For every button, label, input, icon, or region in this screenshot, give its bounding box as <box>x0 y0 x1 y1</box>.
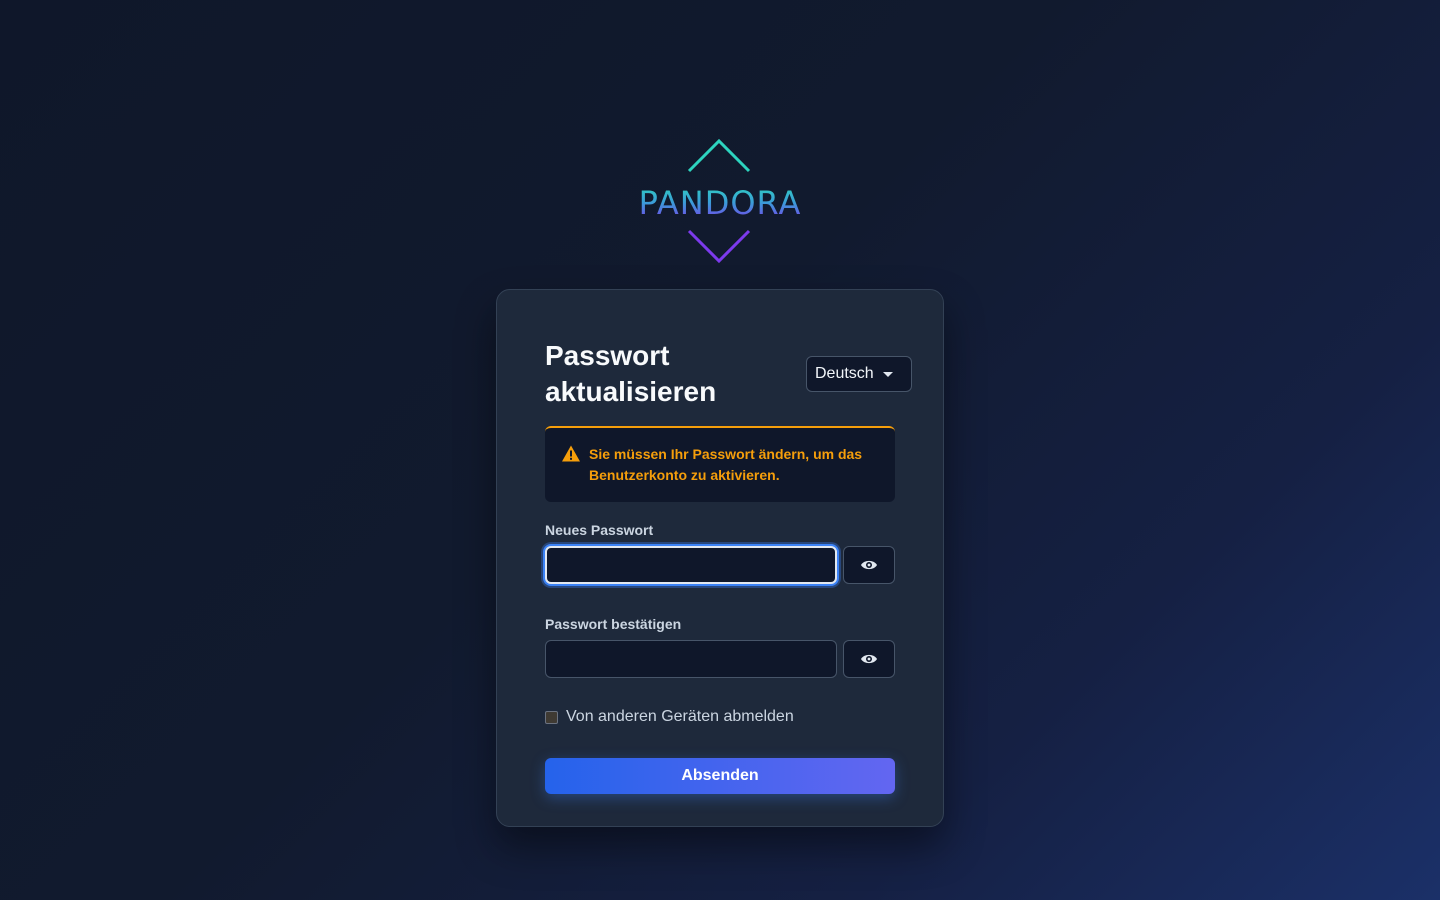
password-update-card: Passwort aktualisieren Deutsch Sie müsse… <box>496 289 944 827</box>
page-title: Passwort aktualisieren <box>545 340 717 407</box>
language-select[interactable]: Deutsch <box>806 356 912 392</box>
eye-icon <box>861 654 877 664</box>
new-password-input[interactable] <box>545 546 837 584</box>
pandora-logo: PANDORA <box>620 134 820 268</box>
confirm-password-label: Passwort bestätigen <box>545 616 682 632</box>
alert-message: Sie müssen Ihr Passwort ändern, um das B… <box>589 446 863 483</box>
caret-down-icon <box>882 371 893 377</box>
toggle-new-password-button[interactable] <box>843 546 895 584</box>
logout-other-devices-checkbox[interactable] <box>545 710 558 724</box>
submit-button[interactable]: Absenden <box>545 758 895 794</box>
new-password-label: Neues Passwort <box>545 522 654 538</box>
warning-alert: Sie müssen Ihr Passwort ändern, um das B… <box>545 426 895 502</box>
pandora-diamond-logo-icon: PANDORA <box>639 138 802 264</box>
logout-other-devices-row: Von anderen Geräten abmelden <box>545 708 794 726</box>
language-select-value: Deutsch <box>815 365 874 382</box>
brand-name: PANDORA <box>639 184 802 222</box>
toggle-confirm-password-button[interactable] <box>843 640 895 678</box>
logout-other-devices-label[interactable]: Von anderen Geräten abmelden <box>566 708 794 726</box>
eye-icon <box>861 560 877 570</box>
confirm-password-input[interactable] <box>545 640 837 678</box>
warning-triangle-icon <box>562 445 580 462</box>
submit-button-label: Absenden <box>681 767 759 784</box>
